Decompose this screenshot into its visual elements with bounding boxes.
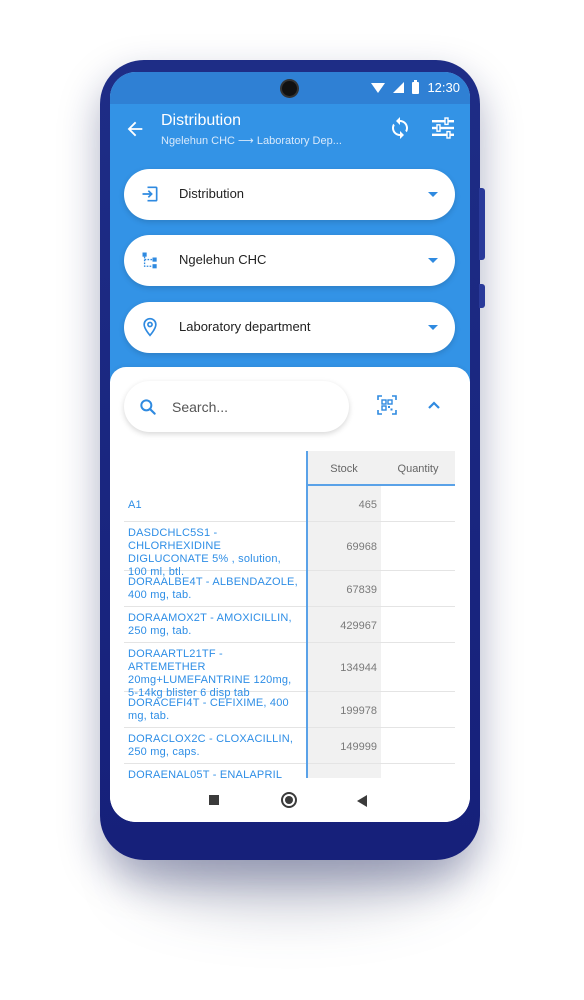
search-input[interactable] bbox=[172, 396, 332, 418]
filter-settings-icon[interactable] bbox=[430, 116, 456, 140]
location-dropdown[interactable]: Laboratory department bbox=[124, 302, 455, 353]
org-unit-icon bbox=[142, 252, 157, 269]
signal-icon bbox=[393, 82, 405, 93]
breadcrumb-from: Ngelehun CHC bbox=[161, 135, 235, 147]
transaction-type-dropdown[interactable]: Distribution bbox=[124, 169, 455, 220]
volume-button bbox=[479, 188, 485, 260]
chevron-down-icon bbox=[428, 258, 438, 263]
item-name: DORACEFI4T - CEFIXIME, 400 mg, tab. bbox=[128, 697, 289, 722]
sync-icon[interactable] bbox=[388, 116, 412, 140]
android-nav-bar bbox=[110, 778, 470, 822]
wifi-icon bbox=[371, 82, 386, 93]
item-name: DORAALBE4T - ALBENDAZOLE, 400 mg, tab. bbox=[128, 576, 298, 601]
page-title: Distribution bbox=[161, 112, 242, 129]
quantity-column-header: Quantity bbox=[397, 463, 439, 475]
breadcrumb-arrow-icon: ⟶ bbox=[238, 135, 254, 147]
table-row[interactable]: DORAARTL21TF - ARTEMETHER 20mg+LUMEFANTR… bbox=[124, 643, 455, 699]
table-row[interactable]: DASDCHLC5S1 - CHLORHEXIDINE DIGLUCONATE … bbox=[124, 522, 455, 578]
table-row[interactable]: DORACLOX2C - CLOXACILLIN, 250 mg, caps. … bbox=[124, 728, 455, 764]
search-box bbox=[124, 381, 349, 432]
breadcrumb-to: Laboratory Dep... bbox=[256, 135, 342, 147]
transaction-type-label: Distribution bbox=[179, 186, 245, 201]
item-stock: 199978 bbox=[340, 705, 377, 717]
phone-frame: 12:30 Distribution Ngelehun CHC ⟶ Labora… bbox=[100, 60, 485, 860]
item-stock: 69968 bbox=[346, 541, 377, 553]
item-stock: 429967 bbox=[340, 620, 377, 632]
stock-column-header: Stock bbox=[330, 463, 358, 475]
chevron-up-icon[interactable] bbox=[427, 400, 441, 410]
org-unit-dropdown[interactable]: Ngelehun CHC bbox=[124, 235, 455, 286]
camera-icon bbox=[282, 81, 297, 96]
org-unit-label: Ngelehun CHC bbox=[179, 252, 267, 267]
qr-scan-icon[interactable] bbox=[377, 395, 397, 415]
location-pin-icon bbox=[143, 317, 157, 337]
table-row[interactable]: DORACEFI4T - CEFIXIME, 400 mg, tab. 1999… bbox=[124, 692, 455, 728]
item-stock: 149999 bbox=[340, 741, 377, 753]
battery-icon bbox=[412, 79, 420, 94]
status-bar: 12:30 bbox=[110, 72, 470, 104]
item-name: DORACLOX2C - CLOXACILLIN, 250 mg, caps. bbox=[128, 733, 294, 758]
items-sheet: Stock Quantity A1 465 DASDCHLC5S1 - CHLO… bbox=[110, 367, 470, 822]
location-label: Laboratory department bbox=[179, 319, 311, 334]
item-stock: 67839 bbox=[346, 584, 377, 596]
transaction-type-icon bbox=[142, 186, 158, 202]
item-name: A1 bbox=[128, 499, 142, 511]
chevron-down-icon bbox=[428, 192, 438, 197]
nav-back-icon[interactable] bbox=[357, 795, 367, 807]
status-icons: 12:30 bbox=[371, 79, 460, 95]
item-stock: 465 bbox=[358, 499, 377, 511]
item-stock: 134944 bbox=[340, 662, 377, 674]
phone-screen: 12:30 Distribution Ngelehun CHC ⟶ Labora… bbox=[110, 72, 470, 822]
power-button bbox=[479, 284, 485, 308]
recents-icon[interactable] bbox=[209, 795, 219, 805]
app-bar: Distribution Ngelehun CHC ⟶ Laboratory D… bbox=[110, 104, 470, 160]
column-divider bbox=[306, 451, 308, 781]
item-name: DORAAMOX2T - AMOXICILLIN, 250 mg, tab. bbox=[128, 612, 292, 637]
stock-table: Stock Quantity A1 465 DASDCHLC5S1 - CHLO… bbox=[124, 451, 455, 781]
breadcrumb: Ngelehun CHC ⟶ Laboratory Dep... bbox=[161, 134, 342, 147]
chevron-down-icon bbox=[428, 325, 438, 330]
home-icon[interactable] bbox=[281, 792, 297, 808]
table-row[interactable]: A1 465 bbox=[124, 486, 455, 522]
table-row[interactable]: DORAAMOX2T - AMOXICILLIN, 250 mg, tab. 4… bbox=[124, 607, 455, 643]
status-time: 12:30 bbox=[427, 80, 460, 95]
table-row[interactable]: DORAALBE4T - ALBENDAZOLE, 400 mg, tab. 6… bbox=[124, 571, 455, 607]
search-icon bbox=[140, 399, 156, 415]
back-arrow-icon[interactable] bbox=[124, 118, 146, 140]
